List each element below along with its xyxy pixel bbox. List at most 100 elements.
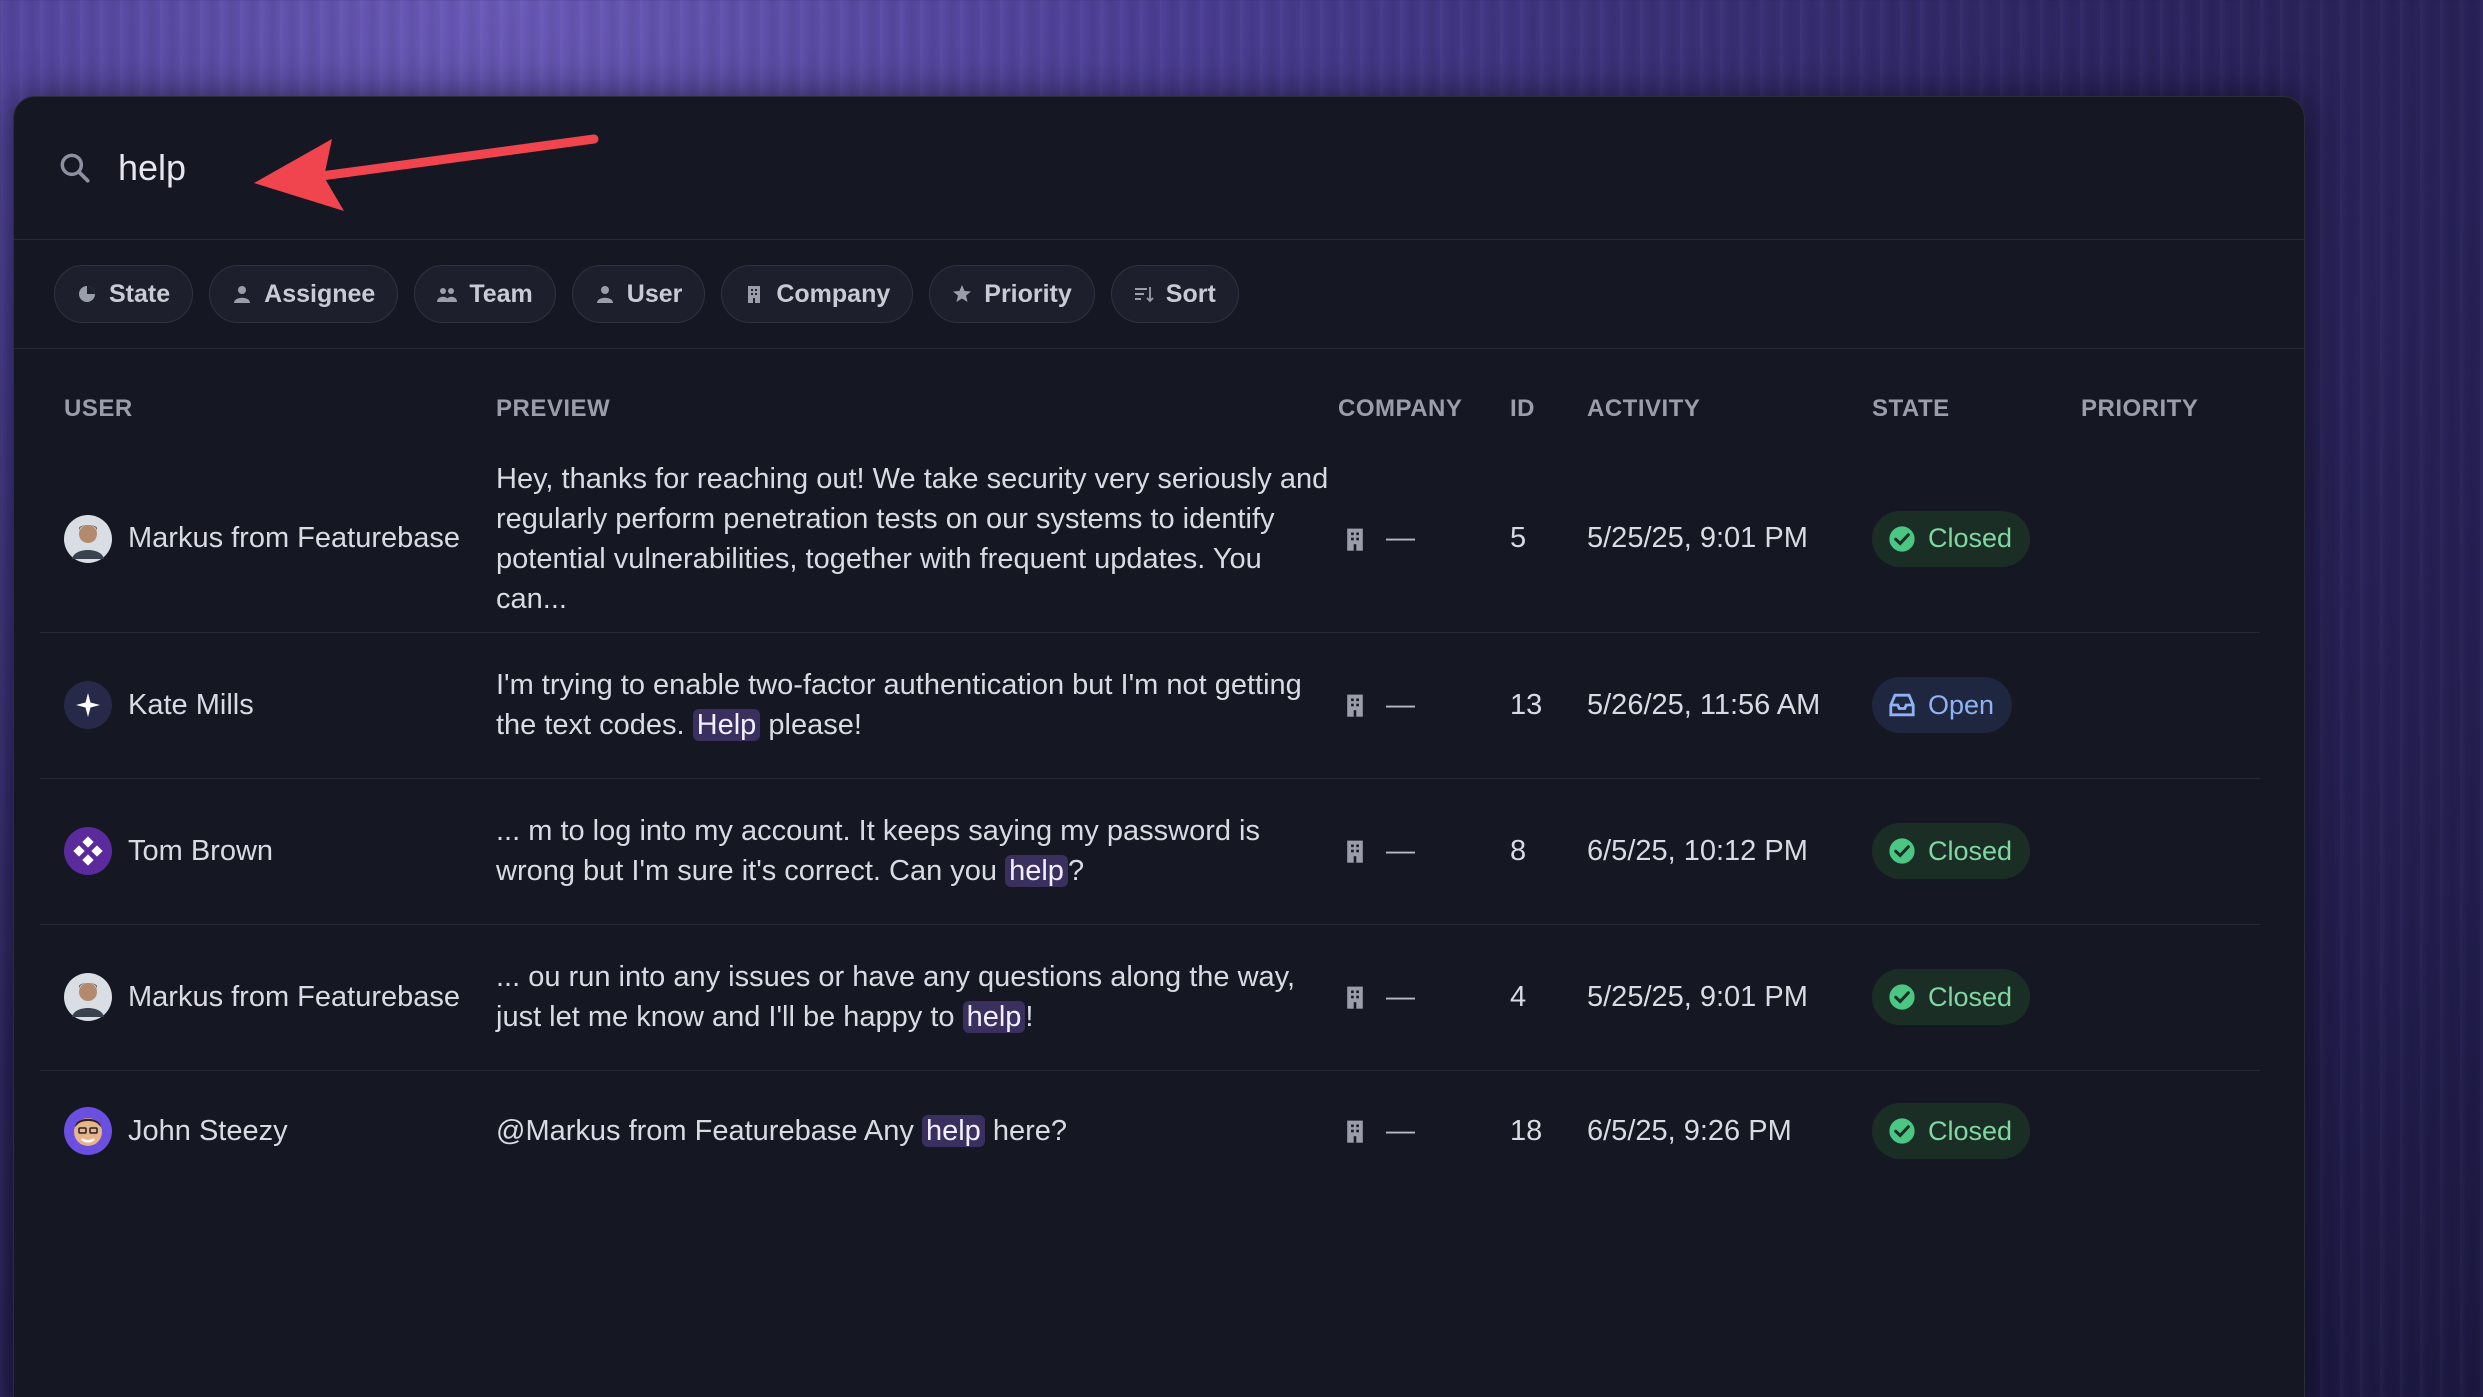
company-cell: — <box>1338 835 1510 868</box>
company-cell: — <box>1338 1115 1510 1148</box>
id-cell: 18 <box>1510 1114 1543 1147</box>
filter-label: Priority <box>984 279 1072 308</box>
priority-cell <box>2081 632 2260 779</box>
status-label: Open <box>1928 689 1995 720</box>
filter-label: Team <box>469 279 533 308</box>
star-icon <box>953 285 972 302</box>
table-header-row: USER PREVIEW COMPANY ID ACTIVITY STATE P… <box>40 372 2260 446</box>
user-cell: Tom Brown <box>40 827 496 875</box>
preview-text: here? <box>984 1115 1067 1148</box>
preview-text: Hey, thanks for reaching out! We take se… <box>496 462 1329 615</box>
filter-assignee[interactable]: Assignee <box>209 265 399 323</box>
id-cell: 13 <box>1510 632 1587 779</box>
table-row[interactable]: Kate Mills I'm trying to enable two-fact… <box>40 632 2260 779</box>
filter-state[interactable]: State <box>54 265 194 323</box>
priority-cell <box>2081 778 2260 925</box>
filter-label: Company <box>776 279 891 308</box>
avatar <box>64 827 112 875</box>
status-label: Closed <box>1928 835 2013 866</box>
table-row[interactable]: John Steezy @Markus from Featurebase Any… <box>40 1070 2260 1192</box>
preview-cell: I'm trying to enable two-factor authenti… <box>496 632 1338 779</box>
status-badge: Closed <box>1872 510 2031 567</box>
status-badge: Closed <box>1872 969 2031 1025</box>
column-header-preview[interactable]: PREVIEW <box>496 372 1338 446</box>
person-photo-icon <box>64 973 112 1021</box>
user-cell: Kate Mills <box>40 681 496 729</box>
search-highlight: help <box>921 1115 985 1148</box>
filter-label: User <box>626 279 683 308</box>
avatar <box>64 973 112 1021</box>
table-row[interactable]: Tom Brown ... m to log into my account. … <box>40 778 2260 925</box>
user-cell: Markus from Featurebase <box>40 514 496 563</box>
priority-cell <box>2081 924 2260 1071</box>
inbox-icon <box>1889 693 1915 717</box>
user-cell: Markus from Featurebase <box>40 973 496 1021</box>
building-icon <box>1347 1120 1363 1143</box>
priority-cell <box>2081 446 2260 633</box>
person-icon <box>234 286 251 303</box>
company-cell: — <box>1338 522 1510 555</box>
column-header-activity[interactable]: ACTIVITY <box>1587 372 1872 446</box>
company-value: — <box>1386 522 1415 555</box>
company-value: — <box>1386 980 1415 1013</box>
preview-cell: ... m to log into my account. It keeps s… <box>496 778 1338 925</box>
filter-priority[interactable]: Priority <box>929 265 1095 323</box>
sort-icon <box>1134 287 1154 303</box>
company-cell: — <box>1338 981 1510 1014</box>
filter-label: Assignee <box>264 279 376 308</box>
activity-cell: 5/25/25, 9:01 PM <box>1587 924 1872 1071</box>
filter-sort[interactable]: Sort <box>1110 265 1239 323</box>
search-icon <box>60 153 90 183</box>
status-label: Closed <box>1928 981 2013 1012</box>
status-badge: Closed <box>1872 823 2031 879</box>
filter-team[interactable]: Team <box>414 265 556 323</box>
building-icon <box>1347 694 1363 717</box>
preview-cell: Hey, thanks for reaching out! We take se… <box>496 446 1338 633</box>
person-icon <box>596 286 613 303</box>
filter-user[interactable]: User <box>571 265 706 323</box>
user-name: John Steezy <box>128 1114 288 1147</box>
annotation-arrow-icon <box>254 134 599 211</box>
company-cell: — <box>1338 689 1510 722</box>
priority-cell <box>2081 1070 2260 1192</box>
activity-cell: 5/26/25, 11:56 AM <box>1587 632 1872 779</box>
person-photo-icon <box>64 514 112 563</box>
filter-label: State <box>109 279 171 308</box>
column-header-id[interactable]: ID <box>1510 372 1587 446</box>
column-header-user[interactable]: USER <box>40 372 496 446</box>
user-name: Kate Mills <box>128 688 254 721</box>
search-highlight: Help <box>692 709 761 741</box>
filter-bar: State Assignee Team User Company Priorit… <box>14 240 2304 349</box>
search-highlight: help <box>962 1001 1026 1033</box>
filter-company[interactable]: Company <box>721 265 914 323</box>
id-cell: 5 <box>1510 446 1587 633</box>
filter-label: Sort <box>1165 279 1216 308</box>
preview-text: @Markus from Featurebase Any <box>496 1115 922 1148</box>
memoji-icon <box>64 1107 112 1156</box>
preview-text: please! <box>760 709 862 741</box>
building-icon <box>1347 840 1363 863</box>
search-bar <box>14 97 2304 240</box>
conversation-table: USER PREVIEW COMPANY ID ACTIVITY STATE P… <box>40 372 2260 1192</box>
preview-text: ! <box>1025 1001 1034 1033</box>
id-cell: 8 <box>1510 778 1587 925</box>
column-header-company[interactable]: COMPANY <box>1338 372 1510 446</box>
activity-cell: 5/25/25, 9:01 PM <box>1587 446 1872 633</box>
company-value: — <box>1386 834 1415 867</box>
preview-cell: ... ou run into any issues or have any q… <box>496 924 1338 1071</box>
building-icon <box>1347 528 1363 551</box>
column-header-priority[interactable]: PRIORITY <box>2081 372 2260 446</box>
table-row[interactable]: Markus from Featurebase Hey, thanks for … <box>40 446 2260 633</box>
user-name: Markus from Featurebase <box>128 522 461 555</box>
avatar <box>64 514 112 563</box>
column-header-state[interactable]: STATE <box>1872 372 2081 446</box>
state-icon <box>79 286 95 302</box>
user-name: Markus from Featurebase <box>128 980 461 1013</box>
status-badge: Open <box>1872 677 2013 733</box>
preview-text: ? <box>1067 855 1085 887</box>
building-icon <box>748 286 761 303</box>
building-icon <box>1347 986 1363 1009</box>
status-label: Closed <box>1928 523 2013 554</box>
table-row[interactable]: Markus from Featurebase ... ou run into … <box>40 924 2260 1071</box>
check-circle-icon <box>1889 1118 1915 1144</box>
